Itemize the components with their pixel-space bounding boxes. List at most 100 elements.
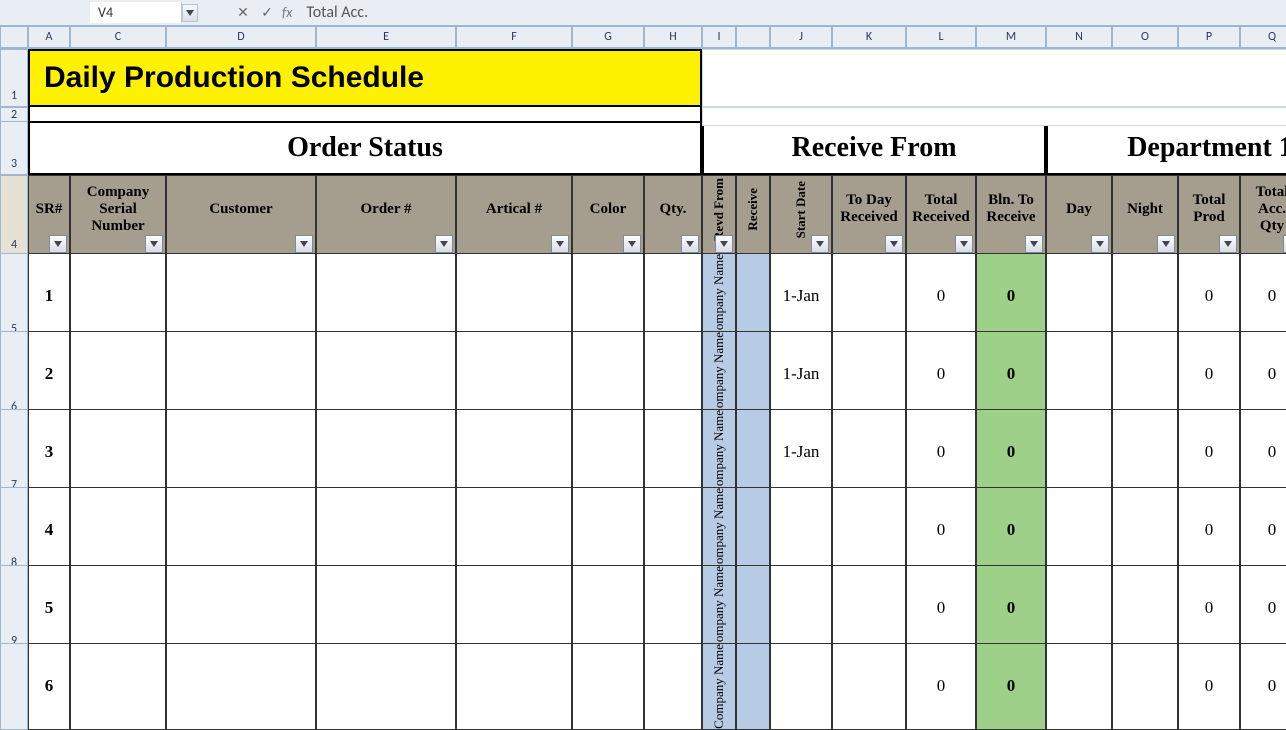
cell-total-prod[interactable]: 0 [1178,331,1240,418]
cell-bln-to-receive[interactable]: 0 [976,487,1046,574]
cell-artical[interactable] [456,331,572,418]
cell-qty[interactable] [644,565,702,652]
cell-day[interactable] [1046,487,1112,574]
cell-total-acc-qty[interactable]: 0 [1240,565,1286,652]
filter-dropdown[interactable] [811,235,829,253]
label-artical[interactable]: Artical # [456,175,572,256]
cell-night[interactable] [1112,253,1178,340]
label-today-received[interactable]: To Day Received [832,175,906,256]
cell-total-acc-qty[interactable]: 0 [1240,253,1286,340]
col-header[interactable]: L [906,26,976,48]
cell-artical[interactable] [456,409,572,496]
cell-total-prod[interactable]: 0 [1178,487,1240,574]
cell-qty[interactable] [644,487,702,574]
cell-color[interactable] [572,487,644,574]
cell-artical[interactable] [456,253,572,340]
cell-total-received[interactable]: 0 [906,331,976,418]
col-header[interactable]: Q [1240,26,1286,48]
cell-day[interactable] [1046,331,1112,418]
filter-dropdown[interactable] [681,235,699,253]
filter-dropdown[interactable] [715,235,733,253]
cell-day[interactable] [1046,565,1112,652]
label-total-acc-qty[interactable]: Total Acc. Qty [1240,175,1286,256]
label-start-date[interactable]: Start Date [770,175,832,256]
cell-night[interactable] [1112,331,1178,418]
cell-color[interactable] [572,253,644,340]
row-header[interactable]: 7 [0,409,28,496]
label-color[interactable]: Color [572,175,644,256]
cell-revd-from[interactable]: Company Name [702,409,736,496]
row-header[interactable]: 3 [0,121,28,175]
row-header[interactable]: 9 [0,565,28,652]
filter-dropdown[interactable] [885,235,903,253]
cell-customer[interactable] [166,409,316,496]
label-bln-to-receive[interactable]: Bln. To Receive [976,175,1046,256]
cell-color[interactable] [572,331,644,418]
row-header[interactable]: 4 [0,175,28,256]
label-company-serial[interactable]: Company Serial Number [70,175,166,256]
col-header[interactable]: A [28,26,70,48]
title-cell[interactable]: Daily Production Schedule [28,49,702,107]
col-header[interactable]: N [1046,26,1112,48]
cell-day[interactable] [1046,409,1112,496]
filter-dropdown[interactable] [145,235,163,253]
label-receive[interactable]: Receive [736,175,770,256]
cell-total-received[interactable]: 0 [906,643,976,730]
section-order-status[interactable]: Order Status [28,121,702,175]
col-header[interactable]: J [770,26,832,48]
cell-color[interactable] [572,409,644,496]
cell-revd-from[interactable]: Company Name [702,487,736,574]
col-header[interactable]: M [976,26,1046,48]
cell-company-serial[interactable] [70,253,166,340]
cell-start-date[interactable]: 1-Jan [770,409,832,496]
cell-customer[interactable] [166,487,316,574]
cell-qty[interactable] [644,253,702,340]
cell-start-date[interactable] [770,643,832,730]
filter-dropdown[interactable] [295,235,313,253]
cell-total-acc-qty[interactable]: 0 [1240,331,1286,418]
cell-company-serial[interactable] [70,409,166,496]
section-department-1[interactable]: Department 1 [1046,121,1286,175]
cell-night[interactable] [1112,643,1178,730]
cell-today-received[interactable] [832,643,906,730]
cell-total-prod[interactable]: 0 [1178,253,1240,340]
cell-day[interactable] [1046,253,1112,340]
label-night[interactable]: Night [1112,175,1178,256]
cell-total-acc-qty[interactable]: 0 [1240,409,1286,496]
cell-customer[interactable] [166,643,316,730]
filter-dropdown[interactable] [435,235,453,253]
cell-start-date[interactable] [770,487,832,574]
col-header[interactable]: H [644,26,702,48]
enter-fx-icon[interactable]: ✓ [258,4,276,22]
filter-dropdown[interactable] [623,235,641,253]
select-all-corner[interactable] [0,26,28,48]
cell-receive[interactable] [736,409,770,496]
cell-sr[interactable]: 3 [28,409,70,496]
cell-qty[interactable] [644,643,702,730]
cell-start-date[interactable] [770,565,832,652]
cell-company-serial[interactable] [70,487,166,574]
label-total-received[interactable]: Total Received [906,175,976,256]
fx-icon[interactable]: fx [282,4,292,21]
cell-today-received[interactable] [832,565,906,652]
cell-order[interactable] [316,253,456,340]
cell-receive[interactable] [736,643,770,730]
cell-day[interactable] [1046,643,1112,730]
cell-order[interactable] [316,565,456,652]
cell-order[interactable] [316,643,456,730]
cell-qty[interactable] [644,331,702,418]
label-revd-from[interactable]: Revd From [702,175,736,256]
label-qty[interactable]: Qty. [644,175,702,256]
cell-order[interactable] [316,409,456,496]
formula-input[interactable]: Total Acc. [298,1,1286,24]
cell-order[interactable] [316,487,456,574]
cell-total-prod[interactable]: 0 [1178,565,1240,652]
row-header[interactable] [0,643,28,730]
col-header[interactable]: C [70,26,166,48]
cell-company-serial[interactable] [70,565,166,652]
cell-receive[interactable] [736,331,770,418]
row-header[interactable]: 5 [0,253,28,340]
col-header[interactable]: G [572,26,644,48]
row-header[interactable]: 1 [0,49,28,107]
cell-night[interactable] [1112,409,1178,496]
